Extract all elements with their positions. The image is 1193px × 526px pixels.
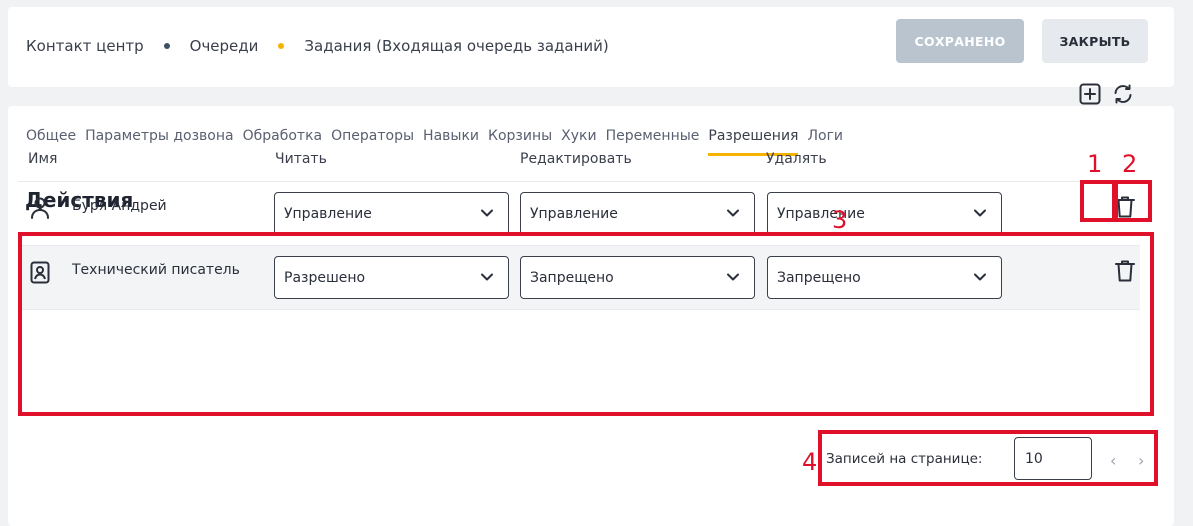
chevron-down-icon: [727, 209, 739, 217]
column-header-edit: Редактировать: [520, 150, 632, 167]
table-header: Имя Читать Редактировать Удалять: [18, 136, 1140, 182]
breadcrumb-current: Задания (Входящая очередь заданий): [304, 37, 609, 55]
annotation-box-3: [18, 232, 1154, 416]
row-name: Буря Андрей: [72, 198, 167, 214]
refresh-button[interactable]: [1110, 81, 1136, 107]
annotation-box-4: [818, 430, 1158, 486]
person-icon: [31, 197, 49, 219]
chevron-down-icon: [974, 209, 986, 217]
select-value: Управление: [777, 205, 865, 222]
annotation-box-2: [1114, 180, 1152, 222]
close-button[interactable]: ЗАКРЫТЬ: [1042, 19, 1148, 63]
column-header-delete: Удалять: [766, 150, 827, 167]
breadcrumb-separator-dot: [278, 43, 285, 49]
add-permission-button[interactable]: [1077, 81, 1103, 107]
plus-square-icon: [1079, 83, 1101, 105]
read-select[interactable]: Управление: [274, 192, 509, 235]
breadcrumb-contact-center[interactable]: Контакт центр: [26, 37, 144, 55]
annotation-number-2: 2: [1122, 150, 1138, 178]
breadcrumb: Контакт центр Очереди Задания (Входящая …: [26, 37, 609, 55]
refresh-icon: [1114, 84, 1132, 104]
column-header-name: Имя: [28, 150, 58, 167]
select-value: Управление: [284, 205, 372, 222]
breadcrumb-separator-dot: [163, 43, 170, 49]
saved-button[interactable]: СОХРАНЕНО: [896, 19, 1024, 63]
delete-select[interactable]: Управление: [767, 192, 1002, 235]
annotation-number-1: 1: [1087, 150, 1103, 178]
annotation-number-3: 3: [832, 206, 848, 234]
breadcrumb-queues[interactable]: Очереди: [190, 37, 259, 55]
annotation-box-1: [1080, 180, 1116, 222]
edit-select[interactable]: Управление: [520, 192, 755, 235]
chevron-down-icon: [481, 209, 493, 217]
annotation-number-4: 4: [802, 448, 818, 476]
select-value: Управление: [530, 205, 618, 222]
column-header-read: Читать: [275, 150, 327, 167]
